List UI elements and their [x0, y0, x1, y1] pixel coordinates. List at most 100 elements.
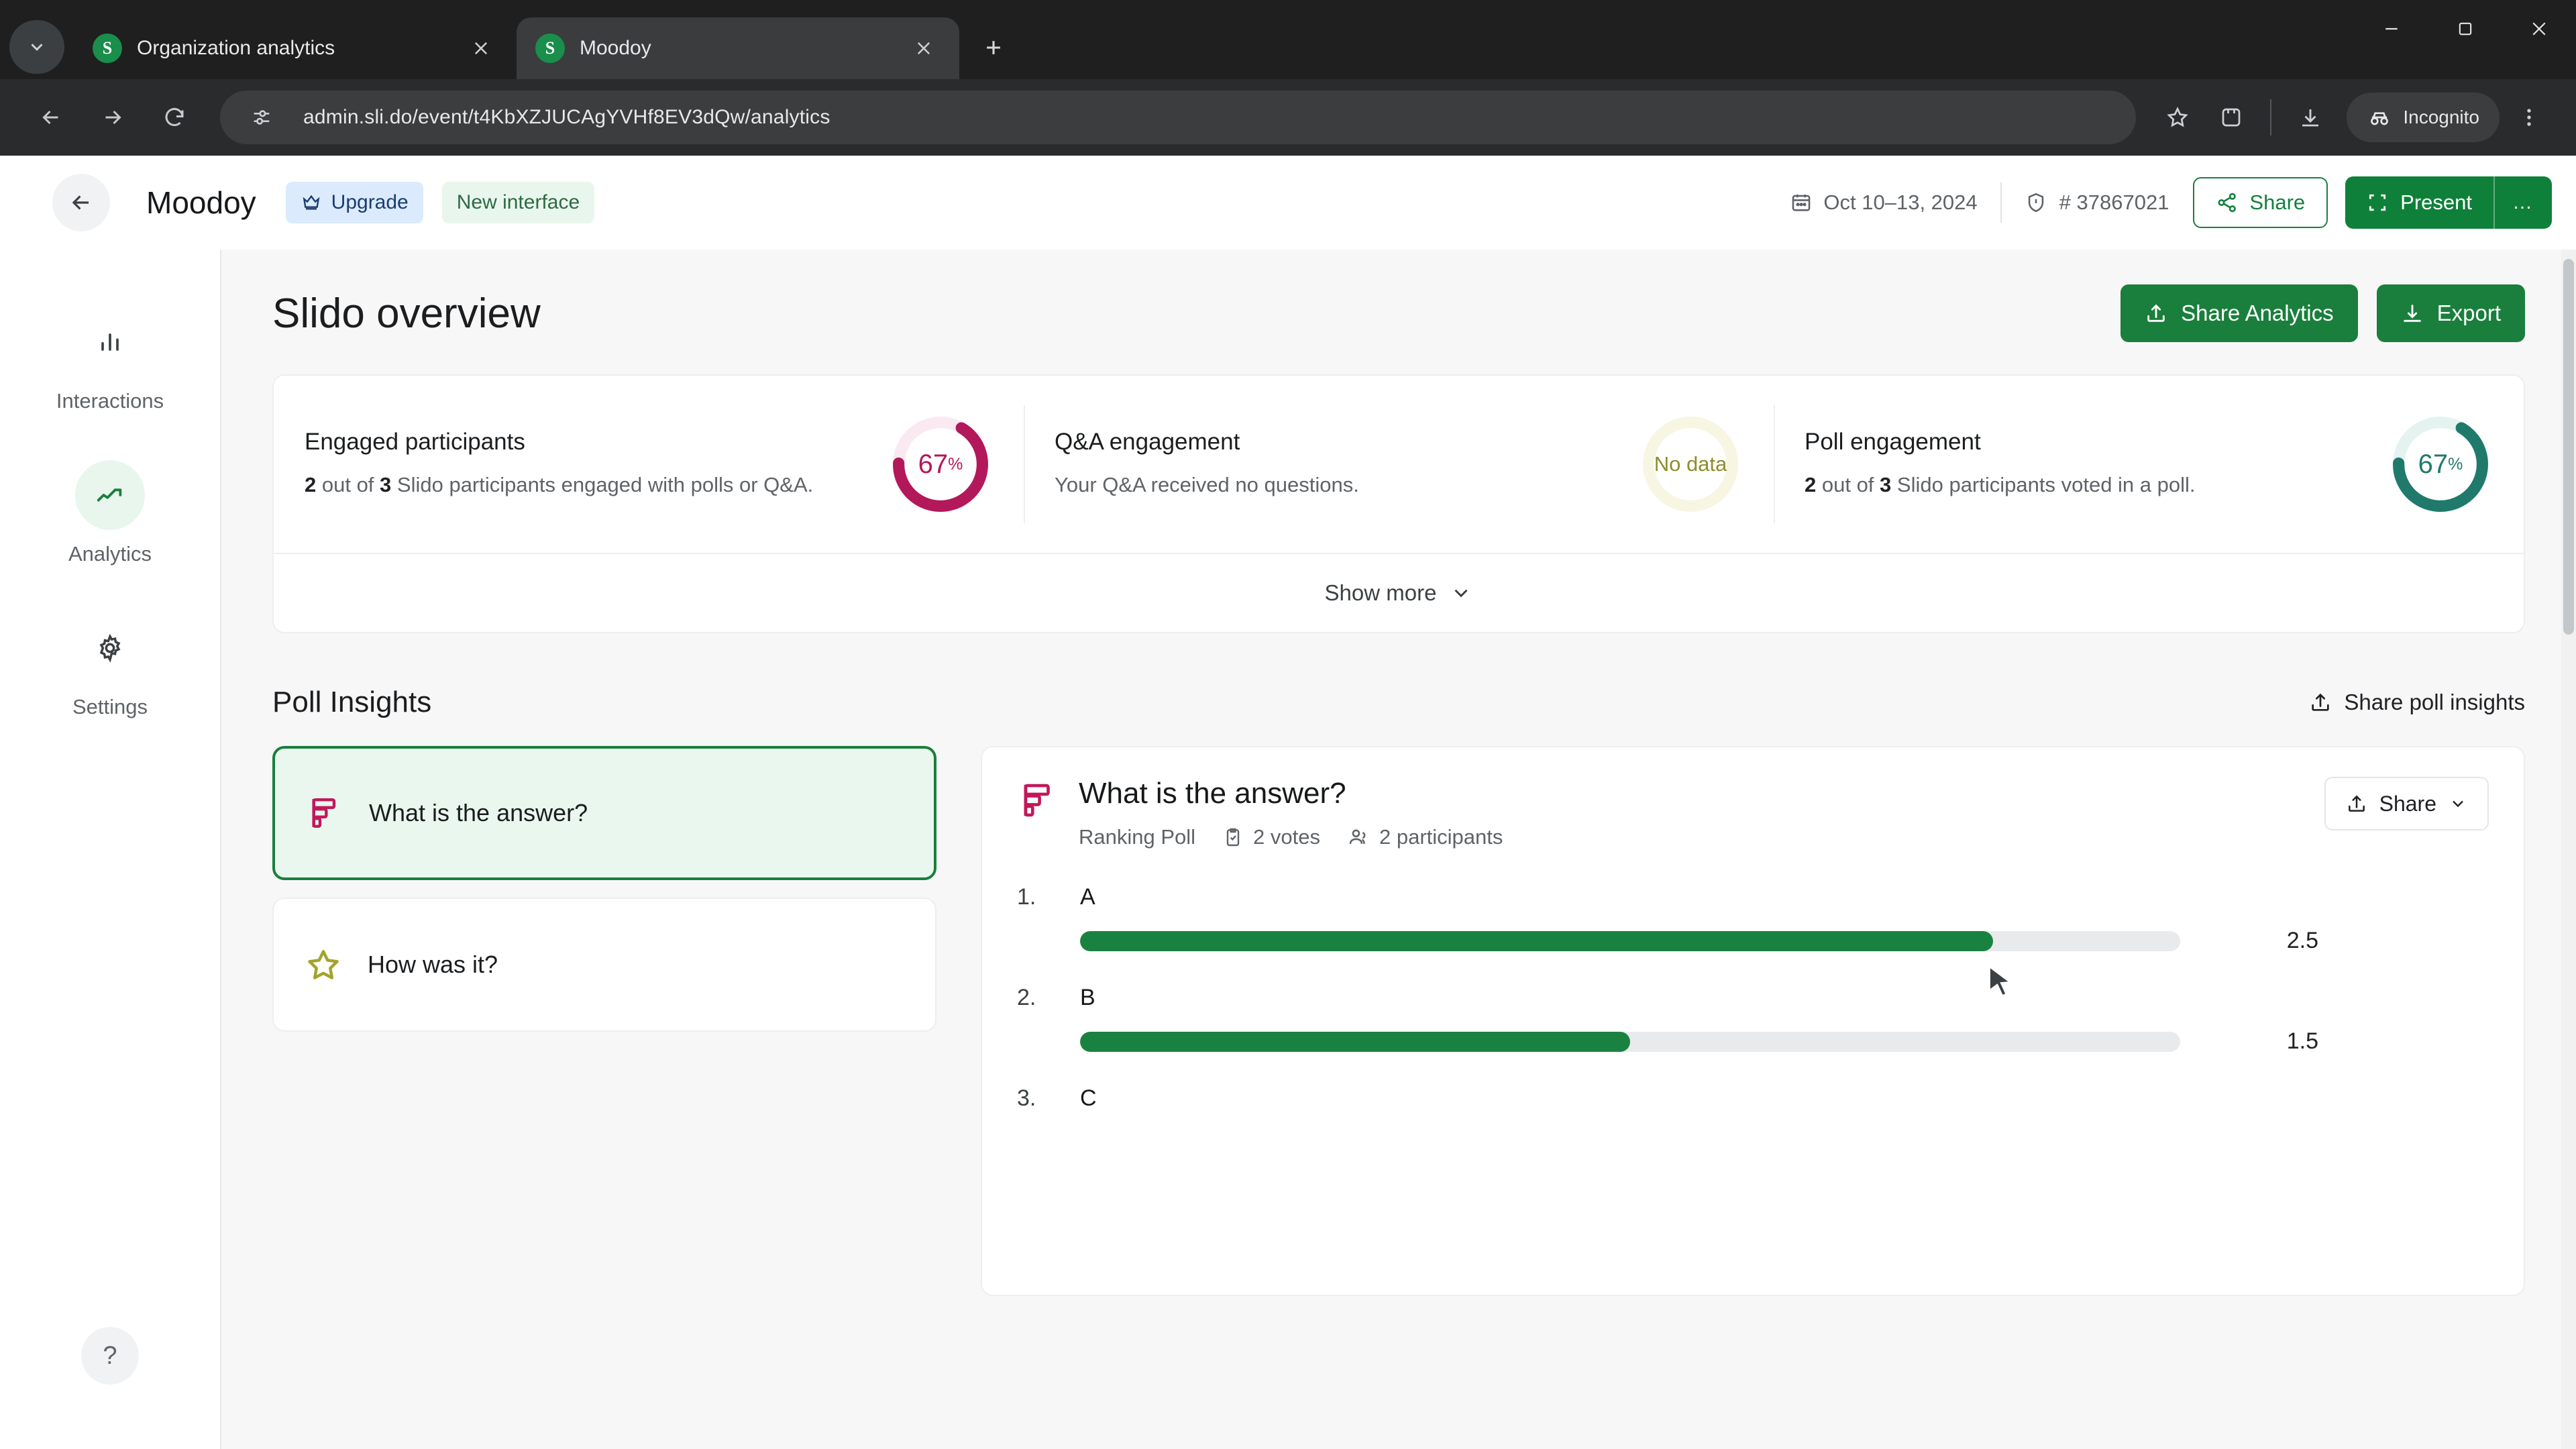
poll-participants: 2 participants: [1347, 825, 1503, 849]
crown-icon: [303, 195, 320, 210]
sidebar-item-analytics[interactable]: Analytics: [68, 460, 152, 566]
arrow-left-icon: [72, 195, 89, 210]
donut-no-data-label: No data: [1654, 452, 1727, 476]
share-analytics-button[interactable]: Share Analytics: [2121, 284, 2358, 342]
bookmark-star-icon[interactable]: [2153, 93, 2202, 142]
stat-description: 2 out of 3 Slido participants engaged wi…: [305, 470, 868, 500]
shield-alert-icon: [2028, 193, 2043, 213]
donut-value: 67%: [888, 412, 993, 517]
reload-icon[interactable]: [146, 89, 203, 146]
export-button[interactable]: Export: [2376, 284, 2525, 342]
tab-close-icon[interactable]: [464, 32, 498, 65]
donut-unit: %: [948, 454, 963, 474]
tab-favicon: S: [93, 34, 122, 63]
gear-icon: [75, 613, 145, 683]
sidebar-item-interactions[interactable]: Interactions: [56, 307, 164, 413]
incognito-indicator[interactable]: Incognito: [2347, 93, 2500, 142]
stat-value-voted: 2: [1805, 472, 1817, 496]
event-title: Moodoy: [146, 185, 256, 220]
share-button[interactable]: Share: [2193, 177, 2328, 228]
show-more-button[interactable]: Show more: [274, 553, 2524, 632]
poll-share-dropdown[interactable]: Share: [2324, 777, 2489, 830]
poll-detail-header: What is the answer? Ranking Poll 2 votes: [1017, 777, 2489, 849]
show-more-label: Show more: [1324, 580, 1437, 605]
left-nav-rail: Interactions Analytics Settings ?: [0, 250, 221, 1449]
ranking-poll-icon: [312, 798, 336, 828]
donut-unit: %: [2448, 454, 2463, 474]
engaged-participants-donut: 67%: [888, 412, 993, 517]
poll-participants-label: 2 participants: [1379, 825, 1503, 849]
poll-list-item-ranking[interactable]: What is the answer?: [272, 746, 936, 880]
help-button[interactable]: ?: [81, 1327, 139, 1385]
tab-close-icon[interactable]: [907, 32, 941, 65]
event-date-range[interactable]: Oct 10–13, 2024: [1790, 191, 1978, 215]
browser-tab-0[interactable]: S Organization analytics: [74, 17, 517, 79]
section-title: Poll Insights: [272, 686, 432, 718]
trend-up-icon: [74, 460, 145, 530]
toolbar-divider: [2270, 99, 2272, 136]
poll-detail-panel: What is the answer? Ranking Poll 2 votes: [981, 746, 2525, 1296]
poll-list-item-rating[interactable]: How was it?: [272, 898, 936, 1032]
poll-type: Ranking Poll: [1079, 825, 1196, 849]
overview-actions: Share Analytics Export: [2121, 284, 2525, 342]
forward-icon[interactable]: [85, 89, 141, 146]
stat-engaged-participants: Engaged participants 2 out of 3 Slido pa…: [274, 376, 1024, 553]
incognito-label: Incognito: [2403, 107, 2479, 127]
minimize-icon[interactable]: [2355, 0, 2428, 58]
upload-share-icon: [2348, 795, 2365, 812]
result-rank: 2.: [1017, 985, 1036, 1010]
maximize-icon[interactable]: [2428, 0, 2502, 58]
analytics-content: Slido overview Share Analytics Export En…: [221, 250, 2576, 1449]
result-option: B: [1080, 985, 1095, 1010]
back-icon[interactable]: [23, 89, 79, 146]
close-icon[interactable]: [2502, 0, 2576, 58]
site-settings-icon[interactable]: [237, 93, 286, 142]
new-interface-badge[interactable]: New interface: [441, 182, 595, 223]
stat-title: Poll engagement: [1805, 428, 1981, 455]
back-to-events-button[interactable]: [52, 174, 110, 231]
result-bar-track: [1080, 930, 2180, 951]
poll-list-item-label: How was it?: [368, 951, 498, 978]
tab-favicon: S: [535, 34, 565, 63]
window-controls: [2355, 0, 2576, 79]
downloads-icon[interactable]: [2286, 93, 2334, 142]
extensions-icon[interactable]: [2207, 93, 2255, 142]
clipboard-check-icon: [1226, 828, 1240, 847]
stat-value-total: 3: [380, 472, 392, 496]
present-label: Present: [2400, 191, 2472, 214]
stat-description: Your Q&A received no questions.: [1055, 472, 1359, 496]
chrome-menu-icon[interactable]: [2505, 93, 2553, 142]
result-rank: 1.: [1017, 884, 1036, 910]
event-code-label: # 37867021: [2059, 191, 2169, 214]
address-bar[interactable]: admin.sli.do/event/t4KbXZJUCAgYVHf8EV3dQ…: [220, 91, 2137, 144]
qa-engagement-donut: No data: [1638, 412, 1743, 517]
stat-value-engaged: 2: [305, 472, 317, 496]
new-tab-button[interactable]: [971, 25, 1016, 70]
upgrade-button[interactable]: Upgrade: [285, 182, 423, 223]
scrollbar-thumb[interactable]: [2563, 259, 2574, 635]
event-code[interactable]: # 37867021: [2025, 191, 2169, 215]
fullscreen-icon: [2369, 194, 2386, 211]
star-rating-icon: [308, 950, 339, 979]
chevron-down-icon: [2453, 800, 2463, 808]
share-poll-insights-button[interactable]: Share poll insights: [2309, 690, 2525, 715]
browser-tab-1[interactable]: S Moodoy: [517, 17, 959, 79]
stat-qa-engagement: Q&A engagement Your Q&A received no ques…: [1024, 376, 1774, 553]
sidebar-item-settings[interactable]: Settings: [72, 613, 148, 719]
tab-strip: S Organization analytics S Moodoy: [0, 0, 2576, 79]
stat-value-total: 3: [1880, 472, 1892, 496]
page-scrollbar[interactable]: [2561, 250, 2576, 1449]
stats-row: Engaged participants 2 out of 3 Slido pa…: [274, 376, 2524, 553]
tab-title: Organization analytics: [137, 37, 335, 59]
new-interface-label: New interface: [456, 191, 580, 213]
present-more-icon[interactable]: …: [2495, 191, 2552, 214]
stat-mid: out of: [316, 472, 380, 496]
upload-share-icon: [2312, 693, 2330, 711]
present-button-group[interactable]: Present …: [2345, 176, 2552, 229]
poll-result-row: 1. A 2.5: [1017, 884, 2489, 954]
present-button[interactable]: Present: [2345, 191, 2493, 215]
help-label: ?: [103, 1341, 117, 1370]
web-page: Moodoy Upgrade New interface Oct 10–13, …: [0, 156, 2576, 1449]
tab-search-button[interactable]: [9, 20, 64, 74]
page-title: Slido overview: [272, 290, 541, 337]
